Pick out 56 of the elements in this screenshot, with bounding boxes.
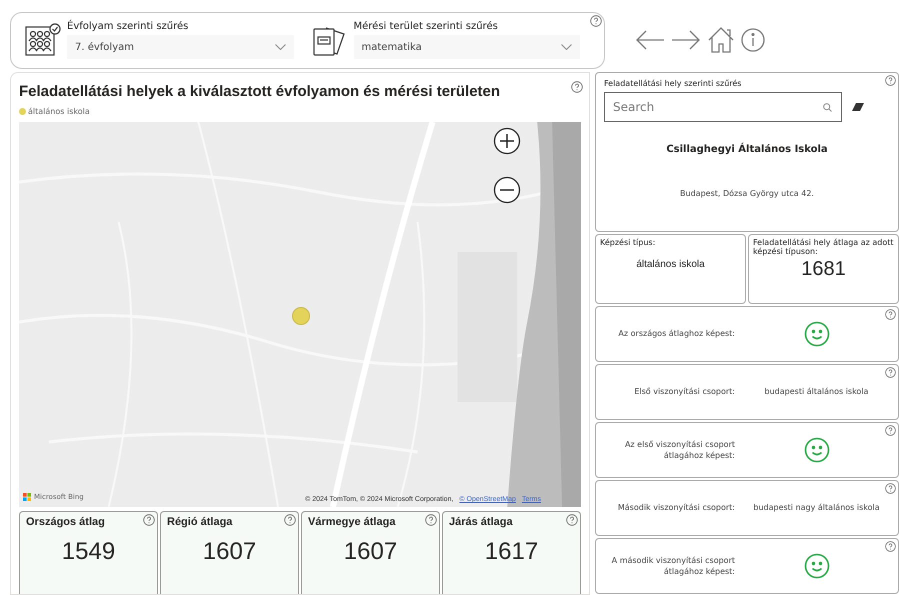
back-arrow-icon[interactable] [635, 29, 665, 51]
comparison-label: Második viszonyítási csoport: [616, 502, 735, 514]
card-label: Képzési típus: [600, 238, 656, 247]
help-icon[interactable] [885, 309, 896, 320]
card-value: általános iskola [635, 259, 706, 270]
comparison-label: Az országos átlaghoz képest: [617, 328, 735, 340]
help-icon[interactable] [885, 483, 896, 494]
help-icon[interactable] [885, 75, 896, 86]
stat-title: Vármegye átlaga [308, 516, 396, 528]
comparison-label: A második viszonyítási csoport átlagához képest: [610, 554, 735, 578]
school-name: Csillaghegyi Általános Iskola [665, 144, 829, 155]
help-icon[interactable] [425, 514, 437, 526]
search-icon [823, 103, 832, 112]
help-icon[interactable] [885, 541, 896, 552]
school-address: Budapest, Dózsa György utca 42. [679, 189, 815, 198]
comparison-group: budapesti általános iskola [743, 386, 890, 398]
panel-title: Feladatellátási helyek a kiválasztott évfolyamon és mérési területen [19, 83, 500, 100]
info-icon[interactable] [741, 28, 765, 52]
stat-value: 1607 [342, 538, 398, 566]
student-group-icon [25, 23, 61, 57]
smiley-icon [804, 437, 830, 463]
card-label: Feladatellátási hely átlaga az adott képzési típuson: [753, 238, 894, 256]
filter-label: Évfolyam szerinti szűrés [67, 21, 190, 32]
filter-label: Mérési terület szerinti szűrés [354, 21, 499, 32]
search-label: Feladatellátási hely szerinti szűrés [604, 79, 742, 88]
comparison-label: Az első viszonyítási csoport átlagához képest: [624, 438, 735, 462]
stat-title: Országos átlag [26, 516, 105, 528]
help-icon[interactable] [143, 514, 155, 526]
smiley-icon [804, 553, 830, 579]
stat-title: Járás átlaga [449, 516, 513, 528]
stat-value: 1617 [484, 538, 540, 566]
legend-label: általános iskola [28, 106, 90, 116]
help-icon[interactable] [590, 14, 602, 26]
zoom-out-icon[interactable] [493, 176, 521, 204]
filter-dropdown[interactable]: matematika [354, 35, 580, 59]
help-icon[interactable] [566, 514, 578, 526]
forward-arrow-icon[interactable] [671, 29, 701, 51]
stat-value: 1607 [202, 538, 258, 566]
card-value: 1681 [800, 258, 847, 281]
comparison-group: budapesti nagy általános iskola [743, 502, 890, 514]
help-icon[interactable] [885, 425, 896, 436]
smiley-icon [804, 321, 830, 347]
comparison-label: Első viszonyítási csoport: [633, 386, 735, 398]
filter-dropdown[interactable]: 7. évfolyam [67, 35, 294, 59]
windows-logo-icon [23, 493, 31, 501]
help-icon[interactable] [885, 367, 896, 378]
chevron-down-icon [274, 44, 286, 50]
search-field[interactable]: Search [604, 92, 842, 122]
eraser-icon[interactable] [852, 103, 864, 111]
chevron-down-icon [561, 44, 572, 50]
help-icon[interactable] [284, 514, 296, 526]
stat-title: Régió átlaga [167, 516, 232, 528]
stat-value: 1549 [60, 538, 116, 566]
zoom-in-icon[interactable] [493, 127, 521, 155]
home-icon[interactable] [707, 26, 735, 54]
help-icon[interactable] [571, 81, 583, 93]
